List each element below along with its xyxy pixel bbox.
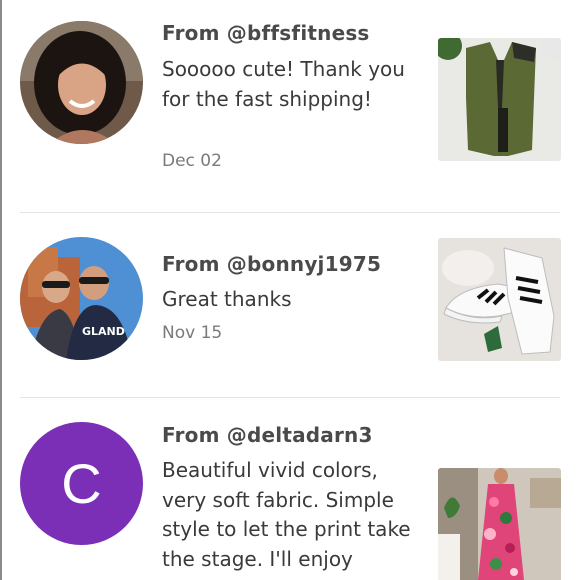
review-comment: Sooooo cute! Thank you for the fast ship… [162,57,405,111]
review-comment: Beautiful vivid colors, very soft fabric… [162,458,411,571]
user-avatar-photo[interactable]: GLAND [20,237,143,360]
avatar-initial: C [61,452,102,515]
review-comment: Great thanks [162,287,292,311]
svg-text:GLAND: GLAND [82,325,125,338]
user-avatar-initial[interactable]: C [20,422,143,545]
divider [20,397,560,398]
divider [20,212,560,213]
review-author[interactable]: From @bonnyj1975 [162,252,381,276]
item-thumbnail[interactable] [438,468,561,580]
item-thumbnail[interactable] [438,38,561,161]
item-thumbnail[interactable] [438,238,561,361]
left-border [0,0,2,580]
review-date: Nov 15 [162,323,223,343]
reviews-page: From @bffsfitness Sooooo cute! Thank you… [0,0,580,580]
user-avatar-photo[interactable] [20,21,143,144]
review-author[interactable]: From @bffsfitness [162,21,370,45]
review-date: Dec 02 [162,151,222,171]
review-author[interactable]: From @deltadarn3 [162,423,373,447]
